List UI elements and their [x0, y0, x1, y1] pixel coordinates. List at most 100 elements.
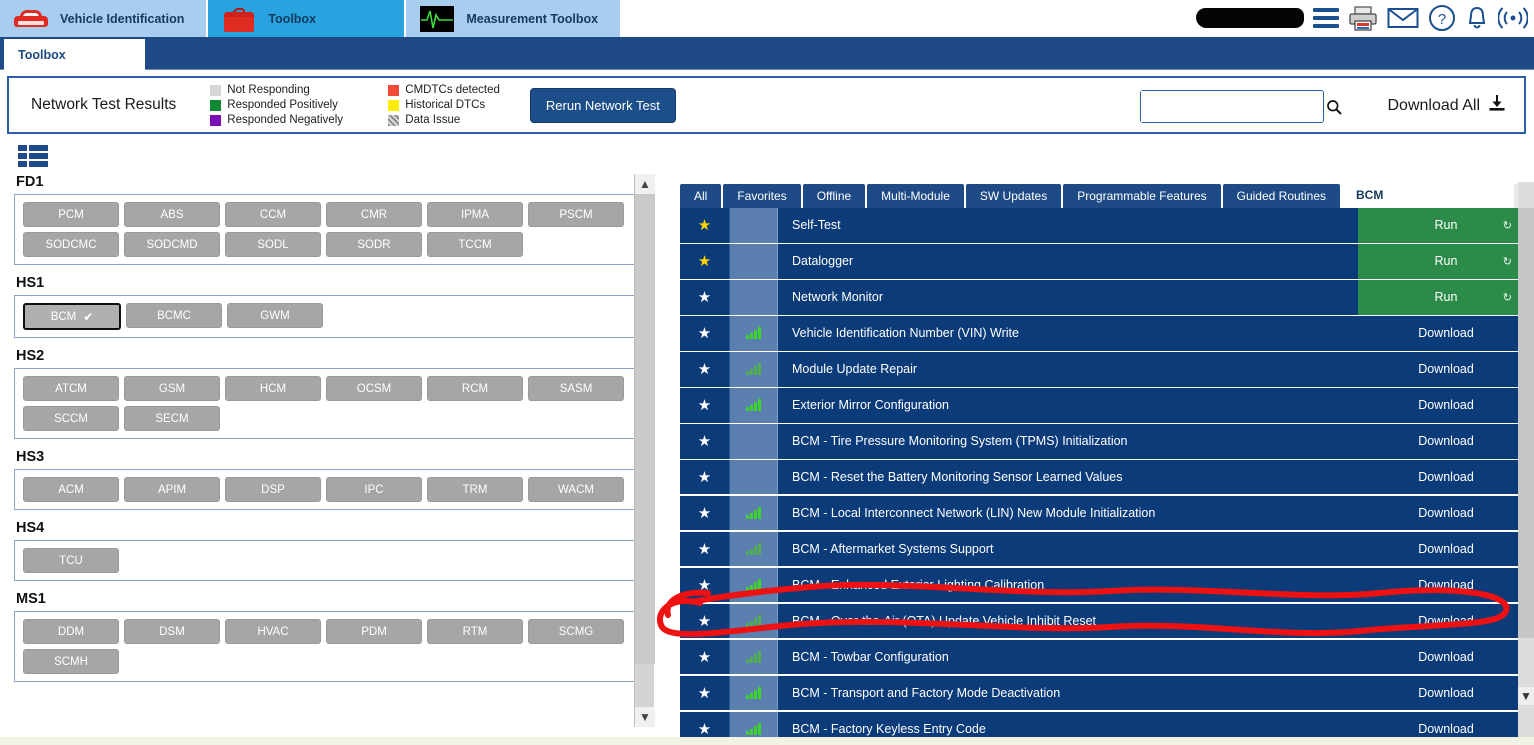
- table-row[interactable]: ★ BCM - Reset the Battery Monitoring Sens…: [672, 460, 1534, 495]
- download-button[interactable]: Download: [1358, 640, 1534, 675]
- function-name-cell[interactable]: Module Update Repair: [778, 352, 1358, 387]
- function-name-cell[interactable]: Vehicle Identification Number (VIN) Writ…: [778, 316, 1358, 351]
- favorite-star-icon[interactable]: ★: [680, 352, 730, 387]
- list-tab-programmable-features[interactable]: Programmable Features: [1063, 184, 1220, 208]
- module-button[interactable]: SASM: [528, 376, 624, 401]
- module-button[interactable]: BCMC: [126, 303, 222, 328]
- favorite-star-icon[interactable]: ★: [680, 640, 730, 675]
- scrollbar-thumb[interactable]: [635, 194, 655, 664]
- function-name-cell[interactable]: BCM - Tire Pressure Monitoring System (T…: [778, 424, 1358, 459]
- function-name-cell[interactable]: BCM - Over-the-Air (OTA) Update Vehicle …: [778, 604, 1358, 639]
- table-row[interactable]: ★Network MonitorRun↻: [672, 280, 1534, 315]
- table-row[interactable]: ★Self-TestRun↻: [672, 208, 1534, 243]
- module-button[interactable]: DSM: [124, 619, 220, 644]
- run-button[interactable]: Run↻: [1358, 208, 1534, 243]
- favorite-star-icon[interactable]: ★: [680, 532, 730, 567]
- download-button[interactable]: Download: [1358, 568, 1534, 603]
- module-button[interactable]: ACM: [23, 477, 119, 502]
- list-tab-guided-routines[interactable]: Guided Routines: [1223, 184, 1340, 208]
- function-name-cell[interactable]: Self-Test: [778, 208, 1358, 243]
- table-row[interactable]: ★ DataloggerRun↻: [672, 244, 1534, 279]
- run-button[interactable]: Run↻: [1358, 280, 1534, 315]
- module-button[interactable]: GSM: [124, 376, 220, 401]
- function-list-scrollbar[interactable]: ▼: [1518, 182, 1534, 745]
- module-button[interactable]: CCM: [225, 202, 321, 227]
- module-button[interactable]: ABS: [124, 202, 220, 227]
- refresh-icon[interactable]: ↻: [1503, 255, 1512, 268]
- download-button[interactable]: Download: [1358, 424, 1534, 459]
- module-button[interactable]: HVAC: [225, 619, 321, 644]
- bell-icon[interactable]: [1465, 5, 1489, 31]
- favorite-star-icon[interactable]: ★: [680, 244, 730, 279]
- module-button[interactable]: RTM: [427, 619, 523, 644]
- list-tab-favorites[interactable]: Favorites: [723, 184, 800, 208]
- function-name-cell[interactable]: Exterior Mirror Configuration: [778, 388, 1358, 423]
- module-button[interactable]: IPMA: [427, 202, 523, 227]
- module-button[interactable]: APIM: [124, 477, 220, 502]
- function-name-cell[interactable]: BCM - Local Interconnect Network (LIN) N…: [778, 496, 1358, 531]
- module-button[interactable]: SCCM: [23, 406, 119, 431]
- module-button[interactable]: IPC: [326, 477, 422, 502]
- module-button[interactable]: TCCM: [427, 232, 523, 257]
- table-row[interactable]: ★BCM - Transport and Factory Mode Deacti…: [672, 676, 1534, 711]
- module-button[interactable]: ATCM: [23, 376, 119, 401]
- scroll-up-chevron-icon[interactable]: ▲: [635, 174, 655, 194]
- module-button[interactable]: SODR: [326, 232, 422, 257]
- function-name-cell[interactable]: BCM - Towbar Configuration: [778, 640, 1358, 675]
- scroll-down-chevron-icon[interactable]: ▼: [635, 707, 655, 727]
- module-button[interactable]: PCM: [23, 202, 119, 227]
- table-row[interactable]: ★ Module Update RepairDownload: [672, 352, 1534, 387]
- function-name-cell[interactable]: Datalogger: [778, 244, 1358, 279]
- module-button[interactable]: RCM: [427, 376, 523, 401]
- table-row[interactable]: ★ BCM - Over-the-Air (OTA) Update Vehicle…: [672, 604, 1534, 639]
- function-name-cell[interactable]: BCM - Enhanced Exterior Lighting Calibra…: [778, 568, 1358, 603]
- module-button[interactable]: CMR: [326, 202, 422, 227]
- scrollbar-thumb[interactable]: [1518, 208, 1534, 638]
- list-tab-all[interactable]: All: [680, 184, 721, 208]
- function-name-cell[interactable]: BCM - Aftermarket Systems Support: [778, 532, 1358, 567]
- module-button[interactable]: GWM: [227, 303, 323, 328]
- module-button[interactable]: TCU: [23, 548, 119, 573]
- favorite-star-icon[interactable]: ★: [680, 424, 730, 459]
- table-row[interactable]: ★BCM - Local Interconnect Network (LIN) …: [672, 496, 1534, 531]
- module-button[interactable]: SCMG: [528, 619, 624, 644]
- download-button[interactable]: Download: [1358, 316, 1534, 351]
- favorite-star-icon[interactable]: ★: [680, 388, 730, 423]
- run-button[interactable]: Run↻: [1358, 244, 1534, 279]
- download-all-button[interactable]: Download All: [1388, 94, 1507, 117]
- help-icon[interactable]: ?: [1428, 4, 1456, 32]
- search-input[interactable]: [1141, 91, 1317, 122]
- envelope-icon[interactable]: [1387, 6, 1419, 30]
- table-row[interactable]: ★ Exterior Mirror ConfigurationDownload: [672, 388, 1534, 423]
- download-button[interactable]: Download: [1358, 352, 1534, 387]
- table-row[interactable]: ★BCM - Aftermarket Systems SupportDownlo…: [672, 532, 1534, 567]
- favorite-star-icon[interactable]: ★: [680, 604, 730, 639]
- favorite-star-icon[interactable]: ★: [680, 460, 730, 495]
- printer-icon[interactable]: [1348, 5, 1378, 31]
- download-button[interactable]: Download: [1358, 604, 1534, 639]
- table-row[interactable]: ★BCM - Enhanced Exterior Lighting Calibr…: [672, 568, 1534, 603]
- search-box[interactable]: [1140, 90, 1324, 123]
- module-button[interactable]: SCMH: [23, 649, 119, 674]
- list-tab-multi-module[interactable]: Multi-Module: [867, 184, 964, 208]
- list-tab-sw-updates[interactable]: SW Updates: [966, 184, 1061, 208]
- module-button[interactable]: PSCM: [528, 202, 624, 227]
- subtab-toolbox[interactable]: Toolbox: [4, 39, 145, 70]
- favorite-star-icon[interactable]: ★: [680, 280, 730, 315]
- download-button[interactable]: Download: [1358, 388, 1534, 423]
- module-button[interactable]: WACM: [528, 477, 624, 502]
- module-button[interactable]: SODCMC: [23, 232, 119, 257]
- download-button[interactable]: Download: [1358, 496, 1534, 531]
- scroll-down-chevron-icon[interactable]: ▼: [1518, 687, 1534, 705]
- module-button[interactable]: DDM: [23, 619, 119, 644]
- module-button[interactable]: HCM: [225, 376, 321, 401]
- table-row[interactable]: ★ Vehicle Identification Number (VIN) Wri…: [672, 316, 1534, 351]
- refresh-icon[interactable]: ↻: [1503, 291, 1512, 304]
- module-button[interactable]: SECM: [124, 406, 220, 431]
- module-button[interactable]: SODCMD: [124, 232, 220, 257]
- favorite-star-icon[interactable]: ★: [680, 316, 730, 351]
- hamburger-menu-icon[interactable]: [1313, 8, 1339, 28]
- module-button[interactable]: TRM: [427, 477, 523, 502]
- rerun-network-test-button[interactable]: Rerun Network Test: [530, 88, 676, 123]
- function-name-cell[interactable]: BCM - Reset the Battery Monitoring Senso…: [778, 460, 1358, 495]
